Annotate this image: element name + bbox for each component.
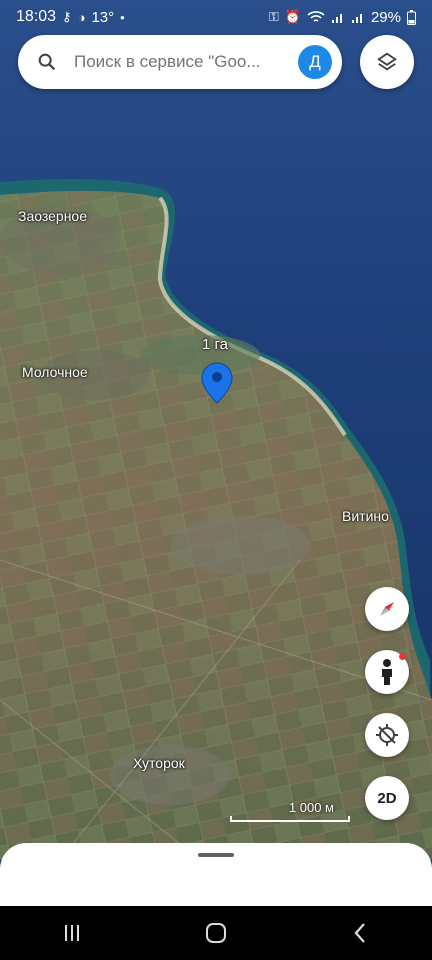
compass-button[interactable]: [365, 587, 409, 631]
layers-icon: [377, 52, 397, 71]
map-pin-icon: [201, 362, 233, 404]
search-bar[interactable]: Поиск в сервисе "Goo... Д: [18, 35, 342, 89]
layers-button[interactable]: [360, 35, 414, 89]
back-icon: [354, 923, 365, 943]
pin-label[interactable]: 1 га: [202, 336, 228, 353]
location-pin[interactable]: [201, 362, 233, 409]
scale-line: [230, 816, 350, 822]
scale-bar: 1 000 м: [230, 800, 350, 822]
place-label-zaozernoe[interactable]: Заозерное: [18, 208, 87, 224]
search-input[interactable]: Поиск в сервисе "Goo...: [74, 52, 298, 72]
wifi-icon: [307, 11, 325, 22]
pegman-icon: [382, 659, 392, 685]
recent-apps-icon: [65, 925, 79, 941]
clock: 18:03: [16, 8, 57, 25]
place-label-vitino[interactable]: Витино: [342, 508, 389, 524]
toggle-2d-button[interactable]: 2D: [365, 776, 409, 820]
scale-label: 1 000 м: [288, 800, 334, 815]
half-moon-icon: ◑: [77, 9, 86, 25]
temperature: 13°: [91, 8, 115, 26]
system-nav-bar: [0, 906, 432, 960]
home-button[interactable]: [186, 913, 246, 953]
home-icon: [206, 923, 226, 943]
satellite-map[interactable]: [0, 0, 432, 960]
bottom-sheet[interactable]: [0, 843, 432, 906]
signal-2-icon: [351, 14, 362, 23]
location-crosshair-icon: [376, 724, 398, 746]
satellite-map-imagery: [0, 0, 432, 960]
compass-icon: [380, 602, 394, 616]
battery-icon: [407, 9, 416, 25]
battery-level: 29%: [370, 8, 401, 26]
recent-apps-button[interactable]: [42, 913, 102, 953]
signal-icon: [331, 14, 342, 23]
search-icon: [38, 53, 56, 71]
avatar[interactable]: Д: [298, 45, 332, 79]
key-icon: ⚷: [62, 9, 72, 24]
status-bar: 18:03 ⚷ ◑ 13° • ⚿ ⏰ 29%: [0, 0, 432, 34]
dot-icon: •: [120, 9, 125, 25]
street-view-button[interactable]: [365, 650, 409, 694]
drag-handle[interactable]: [198, 853, 234, 857]
alarm-icon: ⏰: [284, 9, 301, 24]
place-label-khutorok[interactable]: Хуторок: [133, 755, 185, 771]
place-label-molochnoe[interactable]: Молочное: [22, 364, 88, 380]
notification-dot: [399, 653, 406, 660]
vpn-key-icon: ⚿: [268, 9, 279, 24]
back-button[interactable]: [330, 913, 390, 953]
my-location-button[interactable]: [365, 713, 409, 757]
